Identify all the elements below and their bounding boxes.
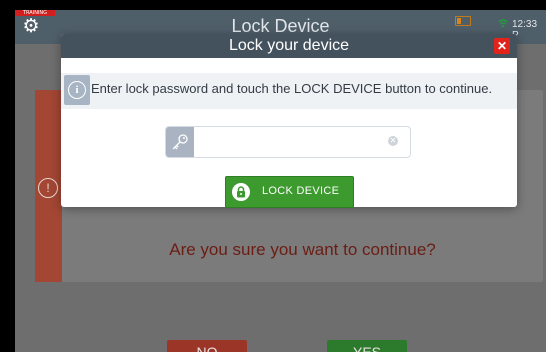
wifi-icon xyxy=(498,18,508,28)
lock-icon xyxy=(232,183,250,201)
info-message: i Enter lock password and touch the LOCK… xyxy=(61,73,517,109)
lock-device-modal: Lock your device ✕ i Enter lock password… xyxy=(61,34,517,208)
lock-device-label: LOCK DEVICE xyxy=(262,185,340,197)
clear-icon[interactable]: ✕ xyxy=(388,136,398,146)
device-frame: TRAINING ⚙ Lock Device 12:33 P ! Are you… xyxy=(0,0,546,352)
info-icon: i xyxy=(68,81,86,99)
battery-icon xyxy=(455,16,471,26)
status-time: 12:33 P xyxy=(512,19,538,41)
info-badge: i xyxy=(64,75,90,105)
app-screen: TRAINING ⚙ Lock Device 12:33 P ! Are you… xyxy=(15,10,546,352)
modal-title: Lock your device xyxy=(228,37,350,54)
yes-button[interactable]: YES xyxy=(327,340,407,352)
password-field[interactable]: ✕ xyxy=(165,126,411,158)
lock-device-button[interactable]: LOCK DEVICE xyxy=(225,176,354,208)
close-icon[interactable]: ✕ xyxy=(494,38,510,54)
modal-header: Lock your device ✕ xyxy=(61,34,517,58)
alert-icon: ! xyxy=(38,178,58,198)
info-text: Enter lock password and touch the LOCK D… xyxy=(91,81,493,96)
no-button[interactable]: NO xyxy=(167,340,247,352)
password-input[interactable] xyxy=(200,132,384,154)
confirm-question: Are you sure you want to continue? xyxy=(169,240,436,259)
key-icon xyxy=(166,127,194,157)
